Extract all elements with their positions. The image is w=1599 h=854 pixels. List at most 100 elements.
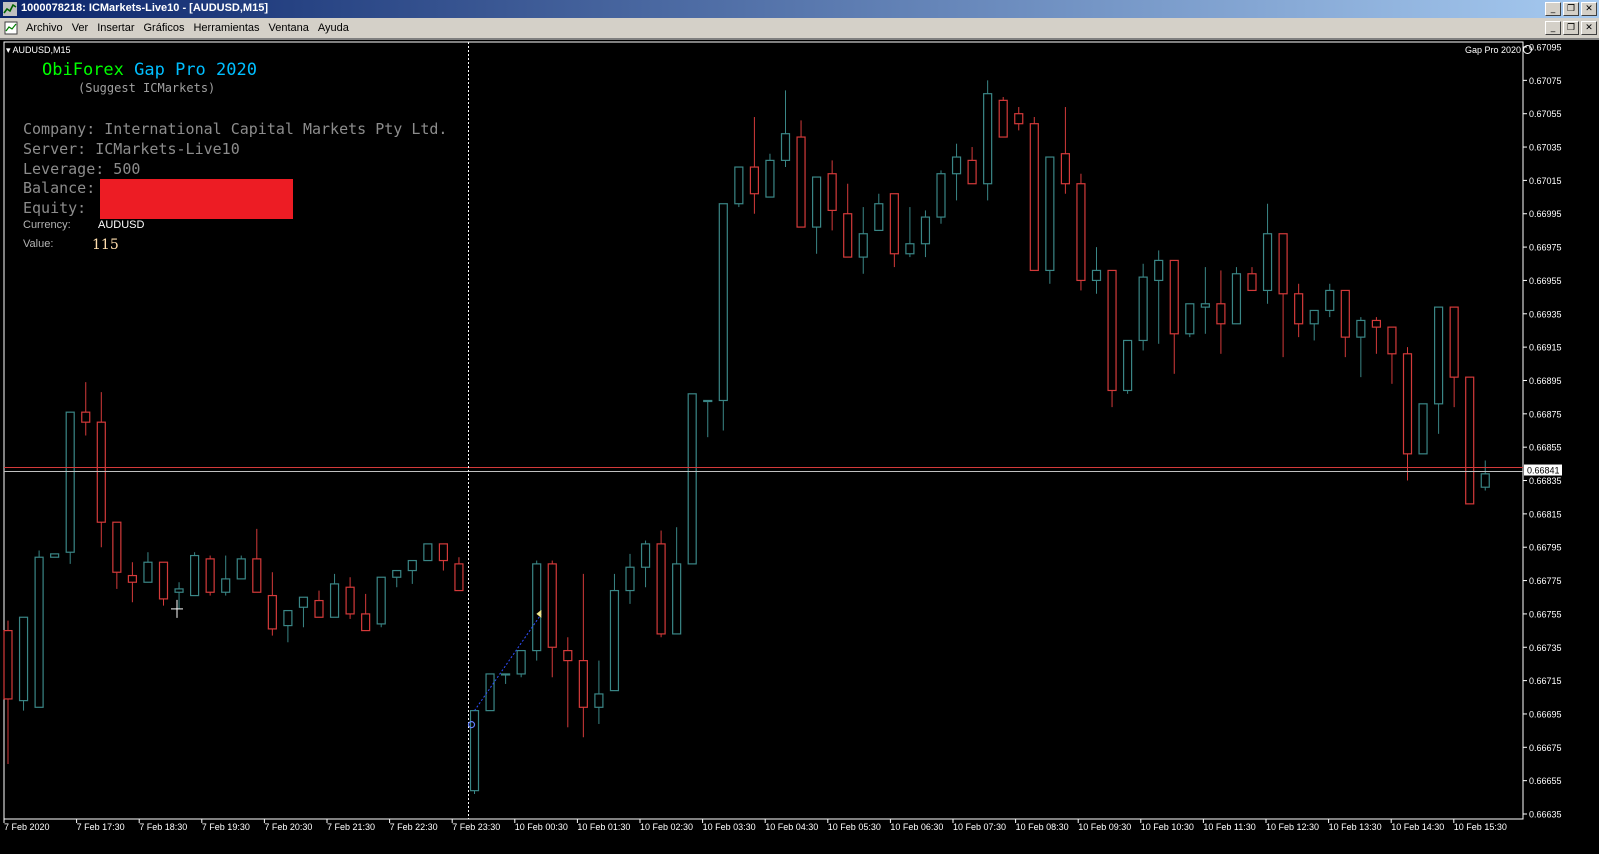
bull-candle (765, 159, 775, 198)
bull-candle (936, 173, 946, 218)
bear-candle (345, 586, 355, 615)
bear-candle (438, 543, 448, 562)
bull-candle (1185, 303, 1195, 335)
menu-archivo[interactable]: Archivo (24, 21, 70, 35)
x-tick-label: 7 Feb 17:30 (77, 822, 125, 832)
bull-candle (1091, 269, 1102, 282)
suggest-text: (Suggest ICMarkets) (78, 81, 216, 95)
x-tick-label: 7 Feb 23:30 (452, 822, 500, 832)
bear-candle (1247, 273, 1257, 292)
bull-candle (1433, 306, 1444, 405)
bull-candle (1045, 156, 1055, 272)
bull-candle (874, 203, 884, 232)
bear-candle (1449, 306, 1459, 378)
bear-candle (1076, 183, 1086, 282)
y-tick-label: 0.66815 (1529, 509, 1562, 519)
plot-frame (3, 41, 1524, 820)
y-tick-label: 0.67015 (1529, 176, 1562, 186)
bull-candle (485, 673, 495, 712)
bear-candle (967, 159, 977, 185)
bear-candle (1169, 259, 1179, 335)
x-tick-label: 10 Feb 07:30 (953, 822, 1006, 832)
menu-items: Archivo Ver Insertar Gráficos Herramient… (24, 21, 356, 35)
bear-candle (112, 521, 122, 573)
close-icon[interactable]: ✕ (1581, 2, 1597, 16)
x-tick-label: 7 Feb 21:30 (327, 822, 375, 832)
redacted-values (100, 179, 293, 219)
x-tick-label: 7 Feb 22:30 (390, 822, 438, 832)
bear-candle (998, 99, 1008, 138)
bear-candle (205, 558, 215, 593)
bear-candle (1402, 353, 1413, 455)
bear-candle (158, 561, 169, 600)
bear-candle (749, 166, 760, 195)
y-tick-label: 0.66735 (1529, 643, 1562, 653)
bull-candle (1122, 339, 1133, 392)
bull-candle (1154, 259, 1164, 282)
smiley-icon[interactable] (1523, 45, 1532, 54)
gap-line (474, 613, 542, 711)
brand-part2: Gap Pro 2020 (134, 60, 257, 80)
bear-candle (127, 574, 137, 583)
x-tick-label: 10 Feb 05:30 (828, 822, 881, 832)
leverage-text: Leverage: 500 (23, 160, 141, 178)
bear-candle (1014, 113, 1024, 125)
x-tick-label: 10 Feb 14:30 (1391, 822, 1444, 832)
bear-candle (547, 563, 557, 648)
bull-candle (1138, 276, 1148, 342)
bear-candle (1029, 123, 1039, 272)
bull-candle (1262, 233, 1273, 292)
x-tick-label: 10 Feb 01:30 (577, 822, 630, 832)
bull-candle (983, 93, 993, 185)
menu-insertar[interactable]: Insertar (95, 21, 141, 35)
x-tick-label: 10 Feb 10:30 (1141, 822, 1194, 832)
y-tick-label: 0.66875 (1529, 409, 1562, 419)
price-chart[interactable]: 0.67095 0.67075 0.67055 0.67035 0.67015 0.669… (0, 40, 1599, 854)
x-tick-label: 10 Feb 08:30 (1016, 822, 1069, 832)
bull-candle (1418, 403, 1428, 455)
menu-graficos[interactable]: Gráficos (142, 21, 192, 35)
menu-ventana[interactable]: Ventana (267, 21, 316, 35)
menu-bar: Archivo Ver Insertar Gráficos Herramient… (0, 18, 1599, 39)
bull-candle (143, 561, 153, 583)
minimize-icon[interactable]: _ (1545, 2, 1561, 16)
y-tick-label: 0.66955 (1529, 276, 1562, 286)
symbol-label[interactable]: ▾ AUDUSD,M15 (6, 45, 71, 56)
bear-candle (1278, 233, 1288, 295)
bull-candle (811, 176, 822, 228)
bull-candle (1231, 273, 1242, 325)
y-tick-label: 0.66635 (1529, 809, 1562, 819)
bull-candle (1325, 289, 1335, 312)
bear-candle (827, 173, 837, 212)
bear-candle (1216, 303, 1226, 325)
restore-icon[interactable]: ❐ (1563, 2, 1579, 16)
menu-herramientas[interactable]: Herramientas (191, 21, 266, 35)
bull-candle (905, 243, 915, 255)
bull-candle (734, 166, 744, 205)
bull-candle (221, 578, 231, 593)
menu-ver[interactable]: Ver (70, 21, 96, 35)
menu-ayuda[interactable]: Ayuda (316, 21, 356, 35)
chart-document-icon[interactable] (4, 21, 18, 35)
chart-window[interactable]: 0.67095 0.67075 0.67055 0.67035 0.67015 0.669… (0, 39, 1599, 854)
bear-candle (843, 213, 853, 258)
currency-label: Currency: (23, 219, 71, 231)
child-close-icon[interactable]: ✕ (1581, 21, 1597, 35)
y-tick-label: 0.66995 (1529, 209, 1562, 219)
bull-candle (920, 216, 931, 245)
child-minimize-icon[interactable]: _ (1545, 21, 1561, 35)
bear-candle (1060, 153, 1071, 185)
y-tick-label: 0.66855 (1529, 443, 1562, 453)
bear-candle (361, 613, 371, 632)
current-price-label: 0.66841 (1527, 466, 1560, 476)
company-text: Company: International Capital Markets P… (23, 120, 448, 138)
window-controls: _ ❐ ✕ (1545, 2, 1597, 16)
x-tick-label: 10 Feb 06:30 (890, 822, 943, 832)
child-restore-icon[interactable]: ❐ (1563, 21, 1579, 35)
bull-candle (65, 411, 75, 553)
bear-candle (1387, 326, 1397, 355)
bull-candle (1200, 303, 1210, 308)
bull-candle (516, 649, 526, 675)
y-tick-label: 0.66795 (1529, 543, 1562, 553)
y-tick-label: 0.66675 (1529, 743, 1562, 753)
